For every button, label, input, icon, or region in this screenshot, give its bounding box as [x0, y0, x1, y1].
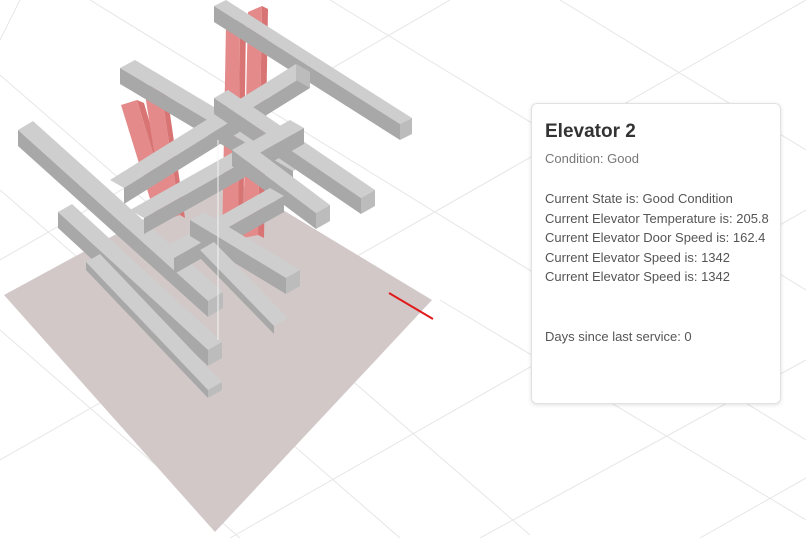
status-line: Current State is: Good Condition: [545, 191, 733, 206]
status-line: Current Elevator Speed is: 1342: [545, 269, 730, 284]
condition-label: Condition: Good: [545, 151, 639, 166]
card-title: Elevator 2: [545, 121, 636, 142]
elevator-info-card: Elevator 2 Condition: Good Current State…: [531, 103, 781, 404]
status-line: Current Elevator Door Speed is: 162.4: [545, 230, 766, 245]
status-line: Current Elevator Temperature is: 205.8: [545, 210, 769, 226]
status-line: Current Elevator Speed is: 1342: [545, 249, 730, 265]
status-lines: Current State is: Good Condition Current…: [545, 189, 769, 287]
service-days-label: Days since last service: 0: [545, 328, 692, 344]
